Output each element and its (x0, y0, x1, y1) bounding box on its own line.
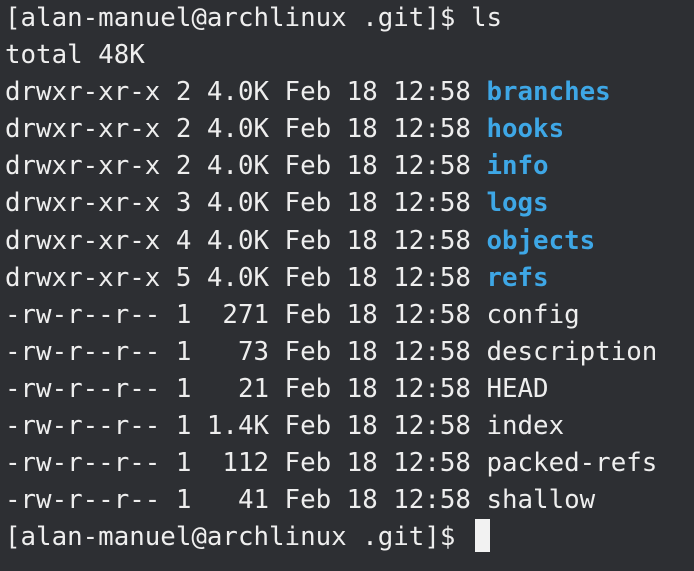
file-meta: -rw-r--r-- 1 21 Feb 18 12:58 (5, 373, 487, 404)
listing-row: -rw-r--r-- 1 1.4K Feb 18 12:58 index (5, 408, 694, 445)
listing-row: drwxr-xr-x 2 4.0K Feb 18 12:58 hooks (5, 111, 694, 148)
listing-row: drwxr-xr-x 2 4.0K Feb 18 12:58 info (5, 148, 694, 185)
directory-name: objects (486, 225, 596, 256)
listing-row: drwxr-xr-x 2 4.0K Feb 18 12:58 branches (5, 74, 694, 111)
file-name: description (486, 336, 658, 367)
listing-row: -rw-r--r-- 1 21 Feb 18 12:58 HEAD (5, 371, 694, 408)
file-meta: drwxr-xr-x 2 4.0K Feb 18 12:58 (5, 151, 487, 182)
file-meta: drwxr-xr-x 2 4.0K Feb 18 12:58 (5, 114, 487, 145)
directory-name: info (486, 151, 549, 182)
file-name: index (486, 411, 565, 442)
text-cursor (474, 519, 490, 553)
listing: drwxr-xr-x 2 4.0K Feb 18 12:58 branches d… (5, 74, 694, 519)
listing-row: -rw-r--r-- 1 41 Feb 18 12:58 shallow (5, 482, 694, 519)
file-meta: drwxr-xr-x 2 4.0K Feb 18 12:58 (5, 77, 487, 108)
file-name: config (486, 299, 580, 330)
command-line: [alan-manuel@archlinux .git]$ ls (5, 0, 694, 37)
directory-name: hooks (486, 114, 565, 145)
prompt: [alan-manuel@archlinux .git]$ (5, 522, 471, 553)
prompt: [alan-manuel@archlinux .git]$ (5, 3, 456, 33)
directory-name: branches (486, 77, 611, 108)
file-name: HEAD (486, 373, 549, 404)
listing-row: drwxr-xr-x 5 4.0K Feb 18 12:58 refs (5, 260, 694, 297)
active-prompt-line[interactable]: [alan-manuel@archlinux .git]$ (5, 519, 694, 556)
total-line: total 48K (5, 40, 145, 71)
file-meta: -rw-r--r-- 1 1.4K Feb 18 12:58 (5, 411, 487, 442)
file-meta: -rw-r--r-- 1 41 Feb 18 12:58 (5, 485, 487, 516)
file-meta: -rw-r--r-- 1 112 Feb 18 12:58 (5, 448, 487, 479)
listing-row: -rw-r--r-- 1 271 Feb 18 12:58 config (5, 297, 694, 334)
file-meta: drwxr-xr-x 4 4.0K Feb 18 12:58 (5, 225, 487, 256)
file-meta: -rw-r--r-- 1 73 Feb 18 12:58 (5, 336, 487, 367)
listing-row: -rw-r--r-- 1 112 Feb 18 12:58 packed-ref… (5, 445, 694, 482)
file-name: shallow (486, 485, 596, 516)
listing-row: drwxr-xr-x 4 4.0K Feb 18 12:58 objects (5, 223, 694, 260)
terminal-window[interactable]: [alan-manuel@archlinux .git]$ ls total 4… (0, 0, 694, 571)
file-name: packed-refs (486, 448, 658, 479)
command: ls (470, 3, 502, 33)
listing-row: drwxr-xr-x 3 4.0K Feb 18 12:58 logs (5, 185, 694, 222)
file-meta: -rw-r--r-- 1 271 Feb 18 12:58 (5, 299, 487, 330)
file-meta: drwxr-xr-x 3 4.0K Feb 18 12:58 (5, 188, 487, 219)
file-meta: drwxr-xr-x 5 4.0K Feb 18 12:58 (5, 262, 487, 293)
directory-name: refs (486, 262, 549, 293)
listing-row: -rw-r--r-- 1 73 Feb 18 12:58 description (5, 334, 694, 371)
directory-name: logs (486, 188, 549, 219)
